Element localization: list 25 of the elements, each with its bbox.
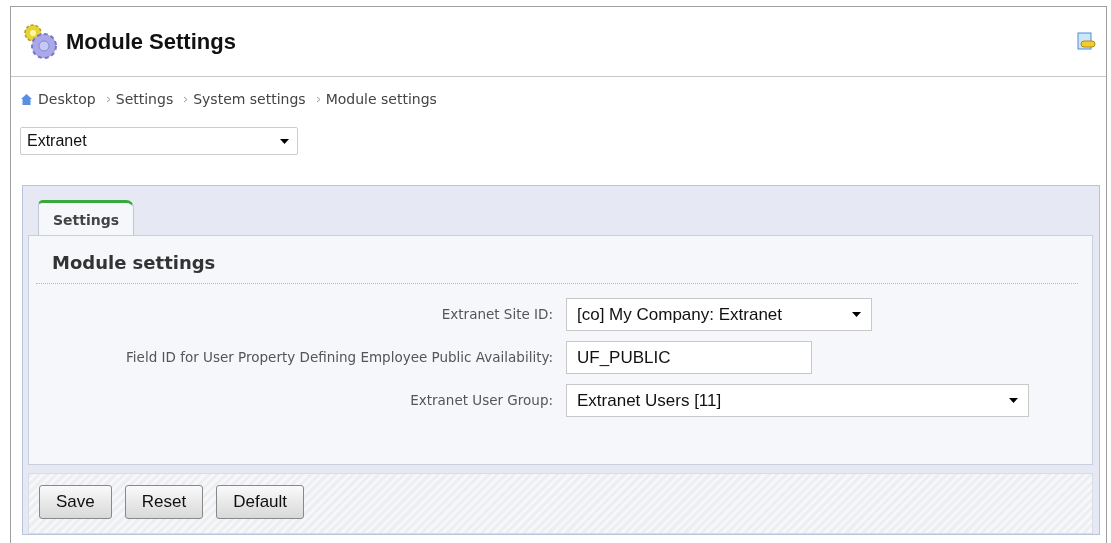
form-button[interactable]: Reset	[124, 485, 204, 519]
chevron-icon	[315, 95, 321, 103]
dropdown[interactable]: Extranet Users [11]	[566, 384, 1029, 417]
dropdown[interactable]: [co] My Company: Extranet	[566, 298, 872, 331]
link-document-icon[interactable]	[1076, 31, 1096, 52]
breadcrumb-link[interactable]: Settings	[115, 91, 174, 107]
field-label: Field ID for User Property Defining Employee Public Availability:	[126, 349, 553, 366]
breadcrumb-link[interactable]: Module settings	[325, 91, 437, 107]
form-button[interactable]: Default	[216, 485, 305, 519]
field-label: Extranet Site ID:	[441, 306, 553, 323]
field-label: Extranet User Group:	[410, 392, 553, 409]
breadcrumb-link[interactable]: Desktop	[38, 91, 96, 107]
input-field[interactable]: UF_PUBLIC	[566, 341, 812, 374]
form-button[interactable]: Save	[39, 485, 112, 519]
caret-icon	[852, 312, 861, 317]
caret-icon	[280, 138, 289, 144]
window-title: Module Settings	[66, 28, 237, 55]
module-select[interactable]: Extranet	[20, 127, 298, 155]
home-icon[interactable]	[20, 92, 33, 106]
chevron-icon	[105, 95, 111, 103]
settings-tab[interactable]: Settings	[38, 200, 135, 235]
breadcrumb-link[interactable]: System settings	[193, 91, 306, 107]
section-title: Module settings	[36, 236, 1078, 284]
chevron-icon	[183, 95, 189, 103]
caret-icon	[1009, 398, 1018, 403]
